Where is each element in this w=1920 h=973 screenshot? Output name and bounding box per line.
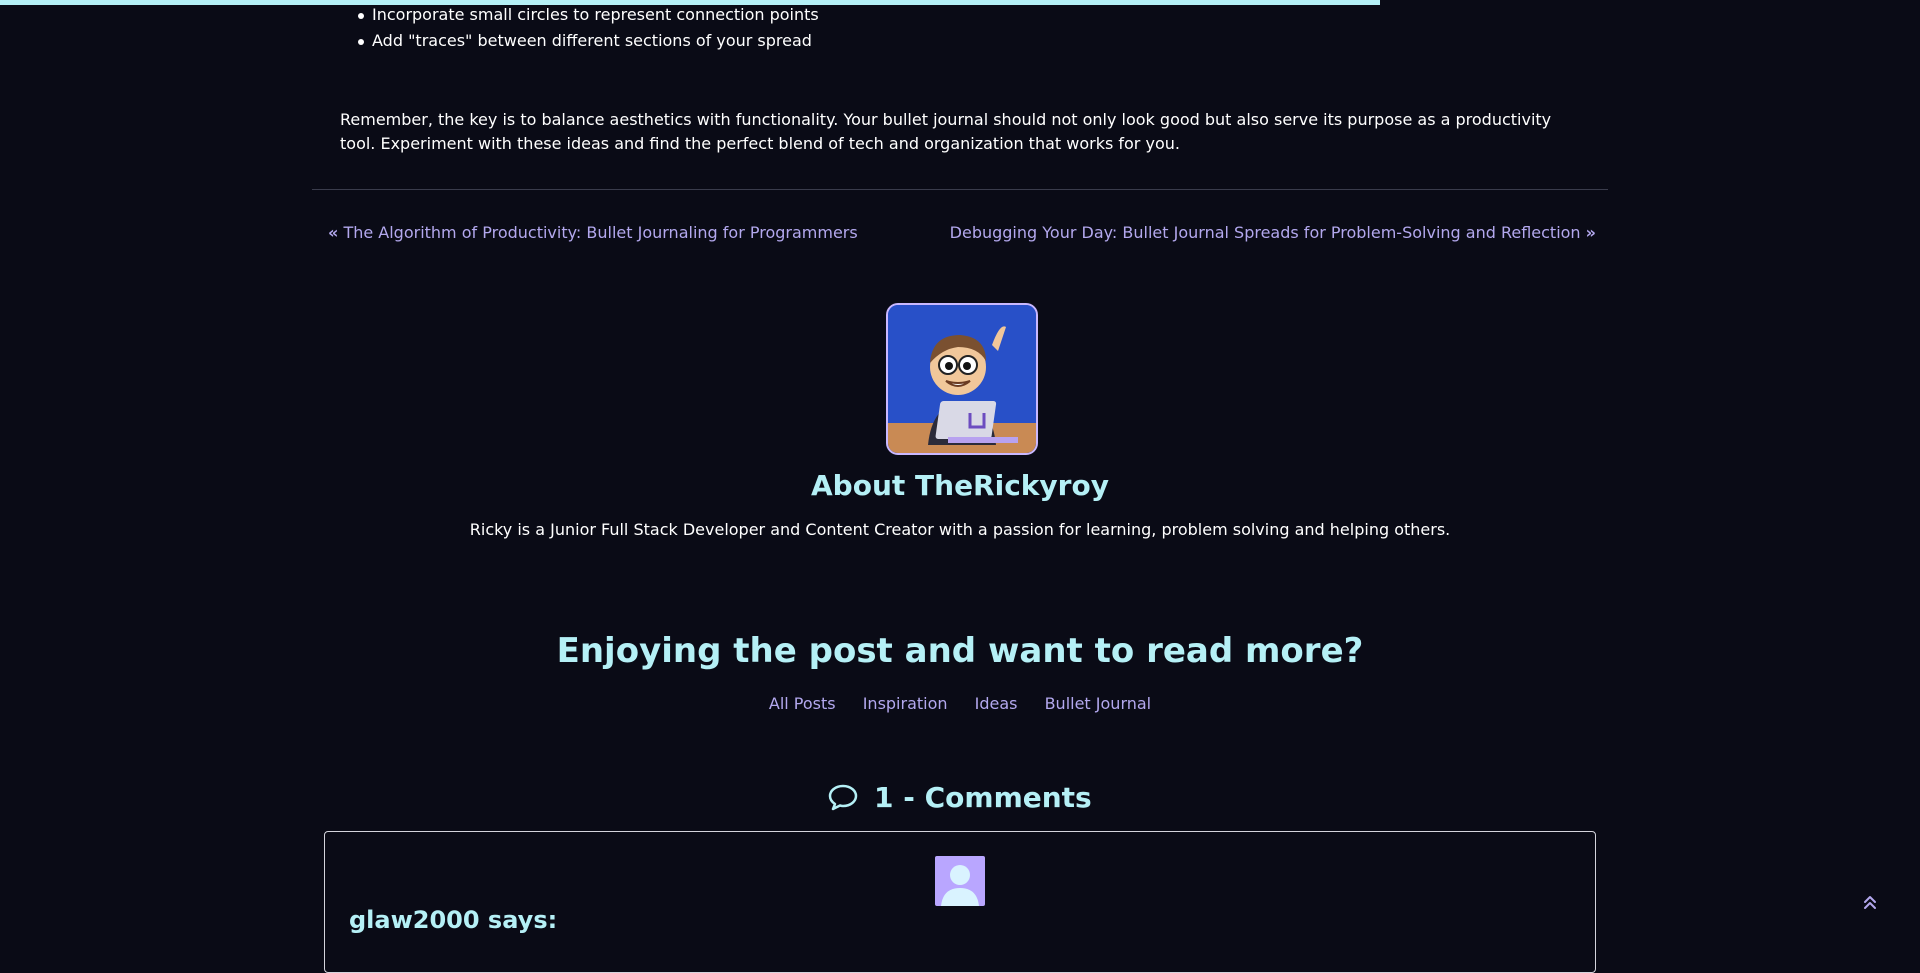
all-posts-link[interactable]: All Posts bbox=[769, 694, 836, 713]
speech-bubble-icon bbox=[829, 784, 858, 811]
closing-paragraph: Remember, the key is to balance aestheti… bbox=[340, 110, 1552, 153]
author-cartoon-image bbox=[888, 305, 1036, 453]
author-bio: Ricky is a Junior Full Stack Developer a… bbox=[469, 520, 1451, 539]
author-avatar bbox=[886, 303, 1038, 455]
double-chevron-up-icon bbox=[1864, 896, 1876, 909]
list-item: Incorporate small circles to represent c… bbox=[356, 2, 819, 28]
next-post-link[interactable]: Debugging Your Day: Bullet Journal Sprea… bbox=[950, 221, 1596, 245]
inspiration-link[interactable]: Inspiration bbox=[863, 694, 948, 713]
next-post-label: Debugging Your Day: Bullet Journal Sprea… bbox=[949, 223, 1581, 242]
back-to-top-button[interactable] bbox=[1860, 893, 1880, 913]
user-silhouette-icon bbox=[941, 865, 979, 906]
comment-card: glaw2000 says: bbox=[324, 831, 1596, 973]
bullet-list: Incorporate small circles to represent c… bbox=[356, 2, 819, 54]
comments-heading: 1 - Comments bbox=[0, 778, 1920, 818]
double-chevron-right-icon: » bbox=[1585, 223, 1596, 242]
bullet-journal-link[interactable]: Bullet Journal bbox=[1045, 694, 1152, 713]
divider bbox=[312, 189, 1608, 190]
double-chevron-left-icon: « bbox=[328, 223, 339, 242]
list-item: Add "traces" between different sections … bbox=[356, 28, 819, 54]
ideas-link[interactable]: Ideas bbox=[975, 694, 1018, 713]
category-links: All Posts Inspiration Ideas Bullet Journ… bbox=[0, 692, 1920, 716]
comments-count-label: 1 - Comments bbox=[874, 781, 1092, 814]
comment-author: glaw2000 says: bbox=[349, 906, 558, 934]
previous-post-label: The Algorithm of Productivity: Bullet Jo… bbox=[343, 223, 858, 242]
read-more-heading: Enjoying the post and want to read more? bbox=[556, 631, 1364, 671]
reading-progress-bar bbox=[0, 0, 1920, 5]
author-title: About TheRickyroy bbox=[811, 469, 1109, 502]
commenter-avatar bbox=[935, 856, 985, 906]
previous-post-link[interactable]: « The Algorithm of Productivity: Bullet … bbox=[328, 221, 858, 245]
